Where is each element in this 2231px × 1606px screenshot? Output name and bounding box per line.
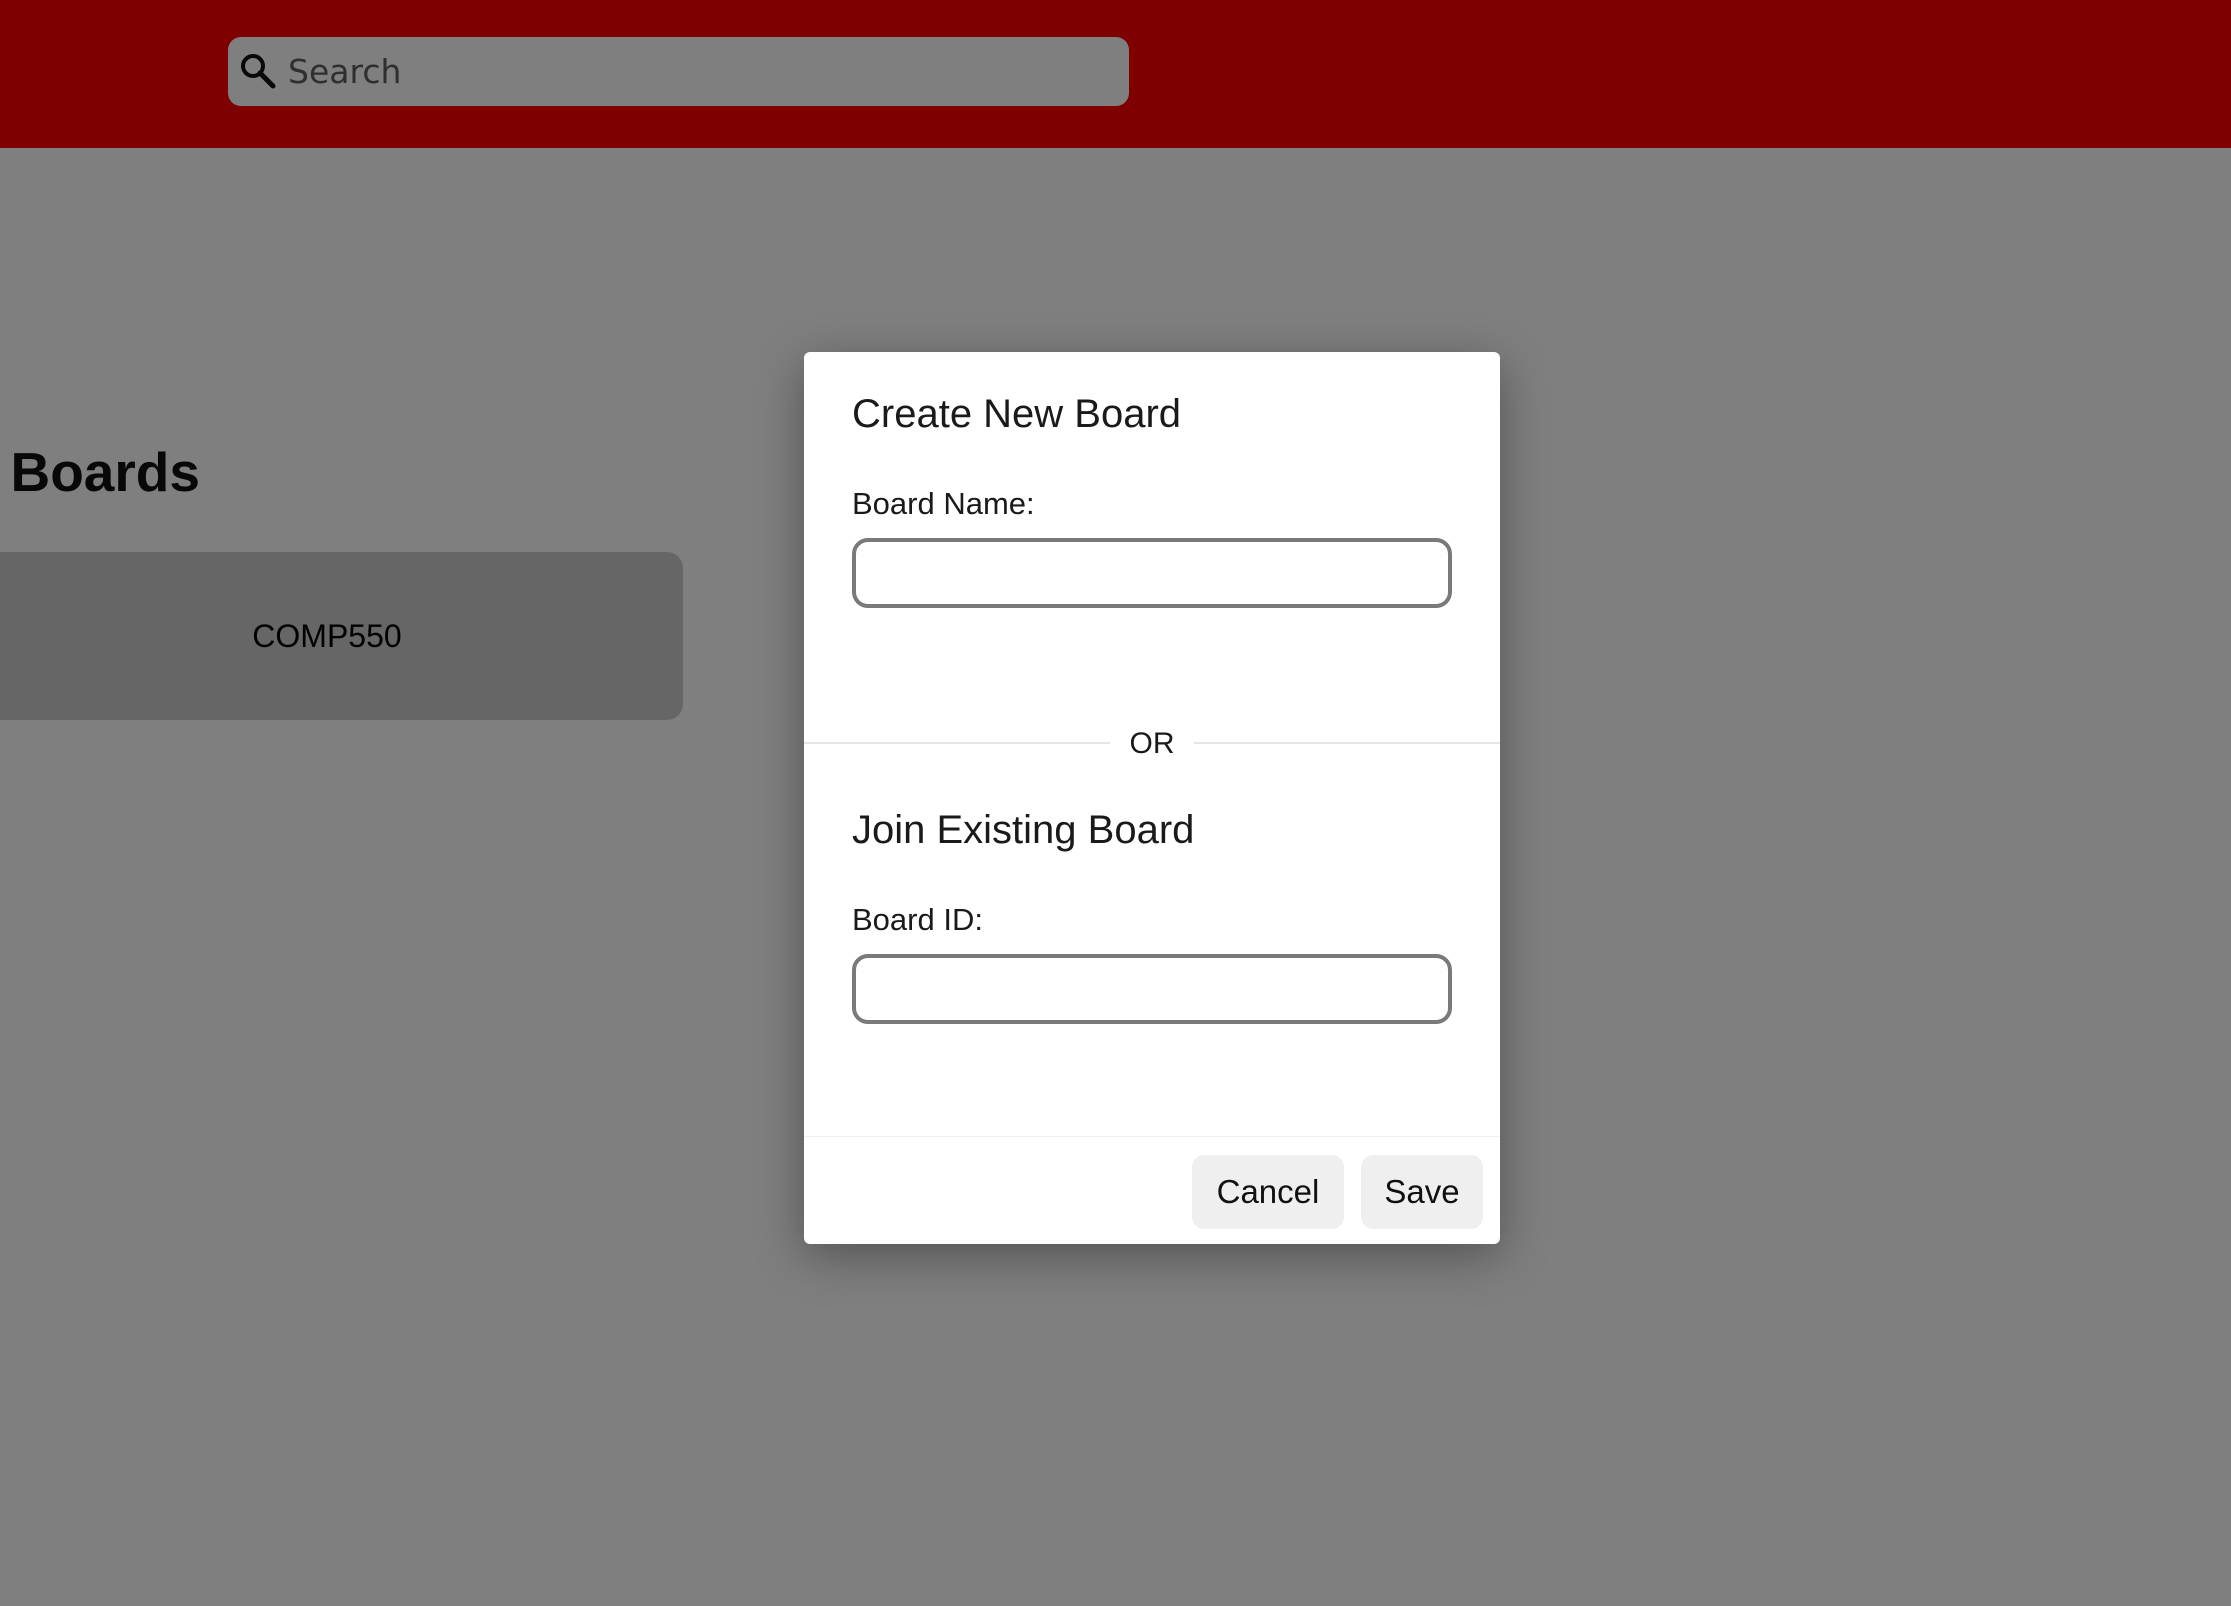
board-id-label: Board ID:	[852, 902, 983, 937]
modal-footer-divider	[804, 1136, 1500, 1137]
create-board-heading: Create New Board	[852, 392, 1182, 436]
board-dialog: Create New Board Board Name: OR Join Exi…	[804, 352, 1500, 1244]
board-name-label: Board Name:	[852, 486, 1035, 521]
cancel-button[interactable]: Cancel	[1192, 1155, 1344, 1229]
or-separator: OR	[1110, 726, 1194, 762]
join-board-heading: Join Existing Board	[852, 808, 1195, 852]
save-button[interactable]: Save	[1361, 1155, 1483, 1229]
board-id-input[interactable]	[852, 954, 1452, 1024]
board-name-input[interactable]	[852, 538, 1452, 608]
